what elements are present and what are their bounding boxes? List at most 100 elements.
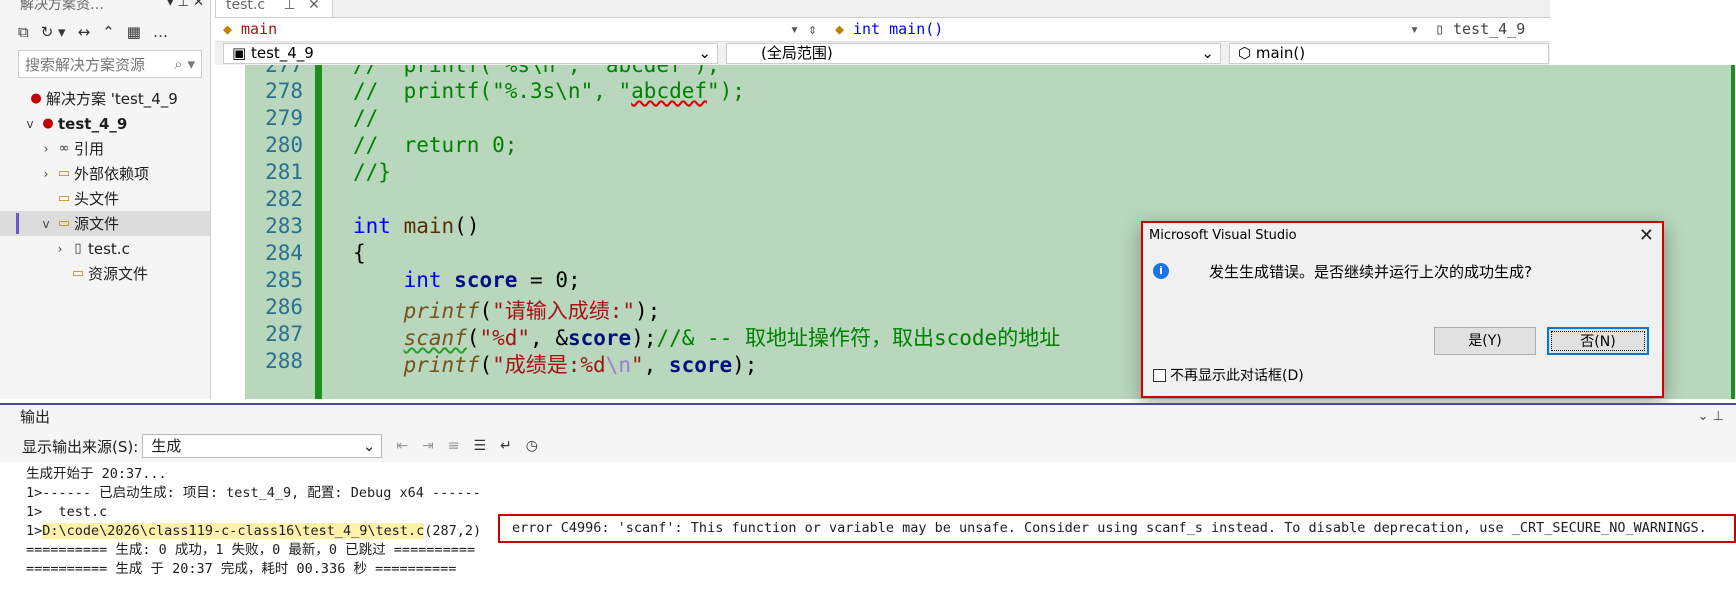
pin-close-icons[interactable]: ▾ ⊥ ✕ xyxy=(167,0,204,9)
chevron-down-icon[interactable]: ▾ xyxy=(1410,20,1419,38)
folder-icon: ▭ xyxy=(57,216,71,231)
checkbox-box[interactable] xyxy=(1153,368,1166,382)
gutter xyxy=(215,65,245,399)
prev-message-icon[interactable]: ⇤ xyxy=(396,438,408,454)
line-number: 277 xyxy=(265,65,303,77)
tree-item-label: 源文件 xyxy=(74,215,120,233)
file-icon: ▯ xyxy=(1435,20,1445,38)
panel-controls[interactable]: ⌄ ⊥ xyxy=(1698,405,1724,429)
sync-icon[interactable]: ↔ xyxy=(78,23,91,41)
chevron-down-icon[interactable]: v xyxy=(38,217,54,231)
next-message-icon[interactable]: ⇥ xyxy=(422,438,434,454)
output-source-value: 生成 xyxy=(151,437,182,455)
tree-item-label: 引用 xyxy=(74,140,105,158)
function-icon: ⬡ xyxy=(1238,44,1256,62)
dont-show-checkbox[interactable]: 不再显示此对话框(D) xyxy=(1153,365,1304,385)
references-icon: ∞ xyxy=(58,141,70,156)
project-icon: ▣ xyxy=(232,44,251,62)
line-number: 282 xyxy=(265,187,303,211)
tree-item-headers[interactable]: ▭ 头文件 xyxy=(0,186,210,211)
navigation-bar: ◆ main ▾ ⇕ ◆ int main() ▾ ▯ test_4_9 xyxy=(215,18,1550,42)
show-all-files-icon[interactable]: ▦ xyxy=(127,23,141,41)
code-line: printf("成绩是:%d\n", score); xyxy=(403,353,758,377)
spelling-squiggle: abcdef xyxy=(631,79,708,103)
output-header: 输出 ⌄ ⊥ xyxy=(0,405,1736,430)
solution-search-input[interactable]: 搜索解决方案资源 ⌕ ▾ xyxy=(18,50,202,78)
nav-function[interactable]: int main() xyxy=(853,20,943,38)
output-line: ========== 生成 于 20:37 完成，耗时 00.336 秒 ===… xyxy=(26,561,457,577)
dialog-title: Microsoft Visual Studio xyxy=(1149,228,1297,243)
error-path-link[interactable]: D:\code\2026\class119-c-class16\test_4_9… xyxy=(42,523,425,539)
output-line: 1>------ 已启动生成: 项目: test_4_9, 配置: Debug … xyxy=(26,485,481,501)
collapse-all-icon[interactable]: ⌃ xyxy=(102,23,115,41)
close-icon[interactable]: ✕ xyxy=(308,0,320,13)
tree-item-solution[interactable]: ● 解决方案 'test_4_9 xyxy=(0,86,210,111)
code-line: // printf("%s\n", "abcdef"); xyxy=(353,65,720,77)
more-icon[interactable]: … xyxy=(153,23,168,41)
output-line: 生成开始于 20:37... xyxy=(26,466,167,482)
chevron-down-icon: ⌄ xyxy=(698,44,711,62)
chevron-right-icon[interactable]: › xyxy=(52,242,68,256)
dialog-message: 发生生成错误。是否继续并运行上次的成功生成? xyxy=(1209,263,1532,281)
solution-explorer: 解决方案资… ▾ ⊥ ✕ ⧉ ↻ ▾ ↔ ⌃ ▦ … 搜索解决方案资源 ⌕ ▾ … xyxy=(0,0,211,399)
code-line: scanf("%d", &score);//& -- 取地址操作符，取出scod… xyxy=(403,326,1061,350)
line-number: 286 xyxy=(265,295,303,319)
code-line: //} xyxy=(353,160,391,184)
clock-icon[interactable]: ◷ xyxy=(526,438,538,454)
word-wrap-icon[interactable]: ↵ xyxy=(500,438,512,454)
tab-test-c[interactable]: test.c ⊥ ✕ xyxy=(215,0,333,18)
function-dropdown[interactable]: ⬡ main() xyxy=(1229,43,1549,64)
tree-item-sources[interactable]: v ▭ 源文件 xyxy=(0,211,210,236)
chevron-right-icon[interactable]: › xyxy=(38,167,54,181)
line-number: 285 xyxy=(265,268,303,292)
search-icon[interactable]: ⌕ ▾ xyxy=(174,55,195,73)
folder-icon: ▭ xyxy=(57,191,71,206)
solution-search-placeholder: 搜索解决方案资源 xyxy=(25,55,146,74)
tree-item-resources[interactable]: ▭ 资源文件 xyxy=(0,261,210,286)
chevron-down-icon: ⌄ xyxy=(362,437,376,455)
go-to-icon[interactable]: ≡ xyxy=(448,438,460,454)
output-prefix: 1> xyxy=(26,523,43,539)
solution-tree: ● 解决方案 'test_4_9 v ● test_4_9 › ∞ 引用 › ▭… xyxy=(0,86,210,286)
chevron-down-icon: ⌄ xyxy=(1201,44,1214,62)
line-number: 279 xyxy=(265,106,303,130)
c-file-icon: ▯ xyxy=(74,241,82,256)
solution-explorer-title-text: 解决方案资… xyxy=(20,0,104,13)
tree-item-label: 资源文件 xyxy=(88,265,149,283)
output-line: ========== 生成: 0 成功，1 失败，0 最新，0 已跳过 ====… xyxy=(26,542,476,558)
yes-button[interactable]: 是(Y) xyxy=(1434,327,1536,355)
switch-views-icon[interactable]: ⧉ xyxy=(18,23,29,41)
tree-item-project[interactable]: v ● test_4_9 xyxy=(0,111,210,136)
project-dropdown-value: test_4_9 xyxy=(250,44,314,62)
output-source-select[interactable]: 生成 ⌄ xyxy=(142,434,383,458)
output-toolbar-icons: ⇤ ⇥ ≡ ☰ ↵ ◷ xyxy=(396,438,538,454)
code-line: printf("请输入成绩:"); xyxy=(403,299,661,323)
code-line: // xyxy=(353,106,379,130)
no-button[interactable]: 否(N) xyxy=(1547,327,1649,355)
nav-scope[interactable]: main xyxy=(241,20,277,38)
navigation-bar-2: ▣ test_4_9 ⌄ (全局范围) ⌄ ⬡ main() xyxy=(215,42,1550,65)
chevron-down-icon[interactable]: ▾ ⇕ xyxy=(790,20,817,38)
chevron-right-icon[interactable]: › xyxy=(38,142,54,156)
output-panel: 输出 ⌄ ⊥ 显示输出来源(S): 生成 ⌄ ⇤ ⇥ ≡ ☰ ↵ ◷ 生成开始于… xyxy=(0,403,1736,603)
tree-item-references[interactable]: › ∞ 引用 xyxy=(0,136,210,161)
output-source-label: 显示输出来源(S): xyxy=(22,437,139,456)
code-line: // printf("%.3s\n", "abcdef"); xyxy=(353,79,745,103)
tree-item-external-deps[interactable]: › ▭ 外部依赖项 xyxy=(0,161,210,186)
nav-project[interactable]: test_4_9 xyxy=(1453,20,1525,38)
tree-item-label: 头文件 xyxy=(74,190,120,208)
tab-label: test.c xyxy=(226,0,266,13)
chevron-down-icon[interactable]: v xyxy=(22,117,38,131)
clear-all-icon[interactable]: ☰ xyxy=(473,438,486,454)
function-icon: ◆ xyxy=(835,20,845,38)
tree-item-test-c[interactable]: › ▯ test.c xyxy=(0,236,210,261)
solution-icon: ● xyxy=(30,91,42,106)
scope-dropdown[interactable]: (全局范围) ⌄ xyxy=(726,43,1221,64)
build-error-dialog: Microsoft Visual Studio ✕ i 发生生成错误。是否继续并… xyxy=(1141,221,1664,398)
project-dropdown[interactable]: ▣ test_4_9 ⌄ xyxy=(223,43,718,64)
pin-icon[interactable]: ⊥ xyxy=(284,0,296,13)
close-icon[interactable]: ✕ xyxy=(1639,223,1654,249)
history-icon[interactable]: ↻ ▾ xyxy=(41,23,66,41)
editor-tab-strip: test.c ⊥ ✕ xyxy=(215,0,1735,18)
tree-item-label: test_4_9 xyxy=(58,114,128,133)
